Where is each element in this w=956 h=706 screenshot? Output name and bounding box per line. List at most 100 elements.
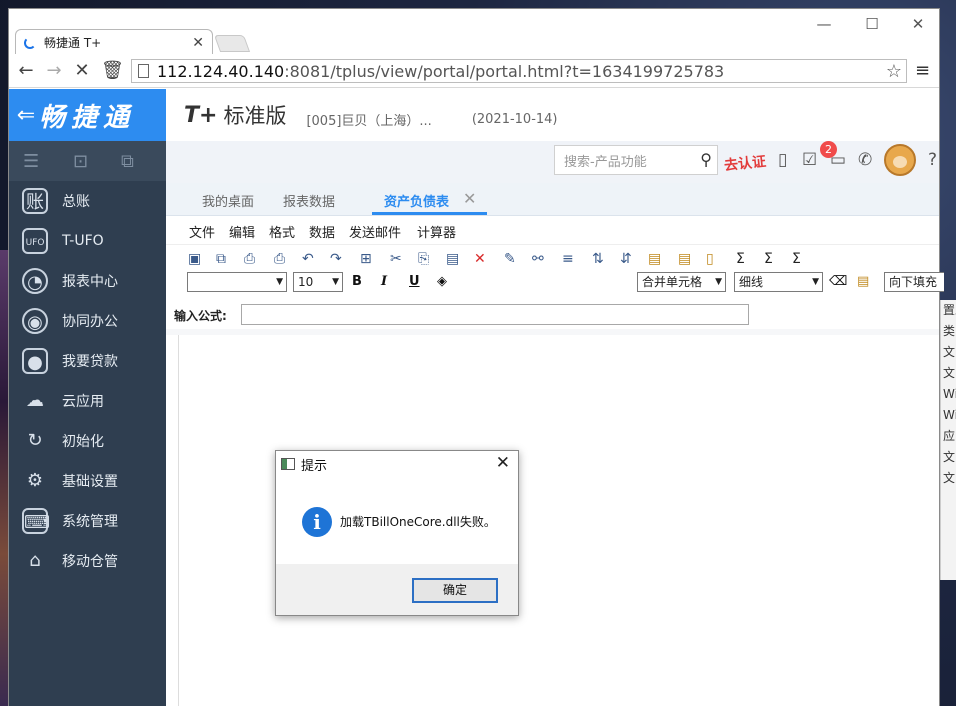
row-sum-icon[interactable]: Σ [764, 251, 773, 267]
search-icon[interactable]: ⚲ [700, 150, 712, 169]
sidebar-item-loan[interactable]: ● 我要贷款 [9, 341, 166, 381]
font-size-value: 10 [298, 275, 314, 289]
minimize-icon[interactable]: — [809, 15, 839, 33]
font-family-select[interactable]: ▼ [187, 272, 287, 292]
dialog-footer: 确定 [276, 564, 518, 615]
cut-icon[interactable]: ✂ [390, 251, 402, 267]
sidebar-item-ledger[interactable]: 账 总账 [9, 181, 166, 221]
browser-titlebar: 畅捷通 T+ ✕ — ☐ ✕ [9, 9, 939, 55]
bold-button[interactable]: B [352, 274, 362, 289]
underline-button[interactable]: U [409, 274, 420, 289]
system-icon: ⌨ [22, 508, 50, 534]
sidebar-item-cloud[interactable]: ☁ 云应用 [9, 381, 166, 421]
formula-input[interactable] [241, 304, 749, 325]
replace-icon[interactable]: ≡ [562, 251, 574, 267]
dialog-close-icon[interactable]: ✕ [496, 453, 510, 473]
delete-icon[interactable]: ✕ [474, 251, 486, 267]
undo-icon[interactable]: ↶ [302, 251, 314, 267]
sort-desc-icon[interactable]: ⇵ [620, 251, 632, 267]
tab-report-data[interactable]: 报表数据 [283, 191, 335, 210]
paste-icon[interactable]: ▤ [446, 251, 459, 267]
message-icon[interactable]: ▭ [830, 150, 846, 170]
bg-window-text: 文 [943, 471, 956, 485]
paste-special-icon[interactable]: ▤ [648, 251, 661, 267]
find-icon[interactable]: ⚯ [532, 251, 544, 267]
window-app-icon [281, 458, 295, 470]
trash-icon[interactable]: 🗑 [101, 61, 124, 81]
col-sum-icon[interactable]: Σ [792, 251, 801, 267]
back-arrow-icon[interactable]: ← [15, 61, 37, 81]
dialog-message: 加载TBillOneCore.dll失败。 [340, 515, 496, 529]
merge-cells-value: 合并单元格 [642, 275, 703, 289]
formula-bar: 输入公式: [173, 303, 939, 327]
address-bar[interactable]: 112.124.40.140 :8081/tplus/view/portal/p… [131, 59, 907, 83]
stop-loading-icon[interactable]: ✕ [71, 61, 93, 81]
tab-balance-sheet[interactable]: 资产负债表 [384, 191, 449, 210]
clipboard-icon[interactable]: ▯ [706, 251, 714, 267]
sidebar-item-mobile-warehouse[interactable]: ⌂ 移动仓管 [9, 541, 166, 581]
fill-color-icon[interactable]: ◈ [437, 274, 447, 289]
menu-calculator[interactable]: 计算器 [417, 222, 456, 241]
border-line-select[interactable]: 细线 ▼ [734, 272, 823, 292]
assistant-avatar[interactable] [884, 144, 916, 176]
save-disk-icon[interactable]: ▯ [778, 150, 787, 170]
maximize-icon[interactable]: ☐ [857, 15, 887, 33]
menu-send-email[interactable]: 发送邮件 [349, 222, 401, 241]
eraser-icon[interactable]: ⌫ [829, 274, 847, 289]
sort-asc-icon[interactable]: ⇅ [592, 251, 604, 267]
browser-tab[interactable]: 畅捷通 T+ ✕ [15, 29, 213, 55]
forward-arrow-icon[interactable]: → [43, 61, 65, 81]
sidebar-item-report-center[interactable]: ◔ 报表中心 [9, 261, 166, 301]
help-icon[interactable]: ? [928, 150, 937, 170]
format-painter-icon[interactable]: ▤ [857, 274, 869, 289]
phone-icon[interactable]: ✆ [858, 150, 872, 170]
print-preview-icon[interactable]: ⎙ [244, 251, 255, 267]
sum-icon[interactable]: Σ [736, 251, 745, 267]
merge-cells-select[interactable]: 合并单元格 ▼ [637, 272, 726, 292]
close-window-icon[interactable]: ✕ [903, 15, 933, 33]
new-tab-button[interactable] [213, 35, 251, 52]
save-icon[interactable]: ▣ [188, 251, 201, 267]
search-placeholder: 搜索-产品功能 [564, 154, 647, 170]
sidebar-item-basic-settings[interactable]: ⚙ 基础设置 [9, 461, 166, 501]
copy-icon[interactable]: ⎘ [418, 251, 429, 267]
browser-toolbar: ← → ✕ 🗑 112.124.40.140 :8081/tplus/view/… [9, 54, 939, 88]
menu-list-icon[interactable]: ☰ [23, 151, 39, 172]
sidebar-item-init[interactable]: ↻ 初始化 [9, 421, 166, 461]
collapse-arrow-icon[interactable]: ⇐ [13, 103, 39, 128]
redo-icon[interactable]: ↷ [330, 251, 342, 267]
tab-my-desktop[interactable]: 我的桌面 [202, 191, 254, 210]
company-name[interactable]: [005]巨贝（上海）... [306, 110, 431, 129]
sidebar-item-label: 系统管理 [62, 514, 118, 530]
clear-format-icon[interactable]: ✎ [504, 251, 516, 267]
select-all-icon[interactable]: ⊞ [360, 251, 372, 267]
dropdown-arrow-icon: ▼ [812, 277, 819, 287]
browser-menu-icon[interactable]: ≡ [915, 62, 931, 80]
bookmark-star-icon[interactable]: ☆ [886, 61, 902, 82]
sidebar-item-collab[interactable]: ◉ 协同办公 [9, 301, 166, 341]
paste-value-icon[interactable]: ▤ [678, 251, 691, 267]
italic-button[interactable]: I [381, 274, 387, 289]
font-size-select[interactable]: 10 ▼ [293, 272, 343, 292]
fill-down-select[interactable]: 向下填充 [884, 272, 944, 292]
print-icon[interactable]: ⎙ [274, 251, 285, 267]
menu-file[interactable]: 文件 [189, 222, 215, 241]
verify-badge[interactable]: 去认证 [723, 151, 767, 175]
task-list-icon[interactable]: ☑ [802, 150, 817, 170]
app-header: T+ 标准版 [005]巨贝（上海）... (2021-10-14) [166, 89, 939, 141]
save-as-icon[interactable]: ⧉ [216, 251, 226, 267]
menu-data[interactable]: 数据 [309, 222, 335, 241]
url-host: 112.124.40.140 [157, 61, 285, 81]
menu-edit[interactable]: 编辑 [229, 222, 255, 241]
sidebar-item-system-admin[interactable]: ⌨ 系统管理 [9, 501, 166, 541]
menu-format[interactable]: 格式 [269, 222, 295, 241]
warehouse-icon: ⌂ [29, 550, 41, 571]
sidebar-item-tufo[interactable]: UFO T-UFO [9, 221, 166, 261]
add-window-icon[interactable]: ⧉ [121, 151, 134, 172]
close-tab-icon[interactable]: ✕ [463, 189, 476, 208]
brand-logo: 畅捷通 [39, 102, 136, 133]
product-search-input[interactable]: 搜索-产品功能 ⚲ [554, 145, 718, 175]
close-tab-icon[interactable]: ✕ [192, 35, 204, 51]
search-doc-icon[interactable]: ⊡ [73, 151, 88, 172]
ok-button[interactable]: 确定 [412, 578, 498, 603]
